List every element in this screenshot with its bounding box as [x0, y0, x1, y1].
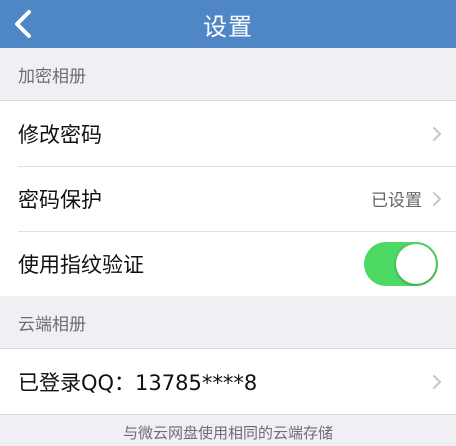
fingerprint-label: 使用指纹验证 [18, 252, 144, 277]
section-header-cloud-album: 云端相册 [0, 296, 456, 348]
page-title: 设置 [203, 12, 253, 41]
fingerprint-row: 使用指纹验证 [0, 231, 456, 296]
cloud-storage-note: 与微云网盘使用相同的云端存储 [122, 424, 333, 442]
password-protection-status: 已设置 [371, 191, 422, 211]
fingerprint-toggle[interactable] [364, 241, 438, 286]
encrypted-album-group: 修改密码 密码保护 已设置 使用指纹验证 [0, 100, 456, 297]
settings-screen: 设置 加密相册 修改密码 密码保护 已设置 使用指纹验证 云端相册 已登录QQ：… [0, 0, 456, 446]
change-password-row[interactable]: 修改密码 [0, 101, 456, 166]
password-protection-label: 密码保护 [18, 187, 102, 212]
qq-account-row[interactable]: 已登录QQ：13785****8 [0, 349, 456, 414]
navigation-bar: 设置 [0, 0, 456, 48]
chevron-right-icon [432, 191, 442, 207]
qq-account-label: 已登录QQ：13785****8 [18, 370, 258, 395]
back-button[interactable] [8, 6, 38, 42]
toggle-knob [396, 243, 436, 284]
password-protection-row[interactable]: 密码保护 已设置 [0, 166, 456, 231]
chevron-left-icon [15, 10, 31, 38]
cloud-album-group: 已登录QQ：13785****8 [0, 348, 456, 415]
change-password-label: 修改密码 [18, 122, 102, 147]
section-header-encrypted-album: 加密相册 [0, 48, 456, 100]
chevron-right-icon [432, 374, 442, 390]
chevron-right-icon [432, 126, 442, 142]
